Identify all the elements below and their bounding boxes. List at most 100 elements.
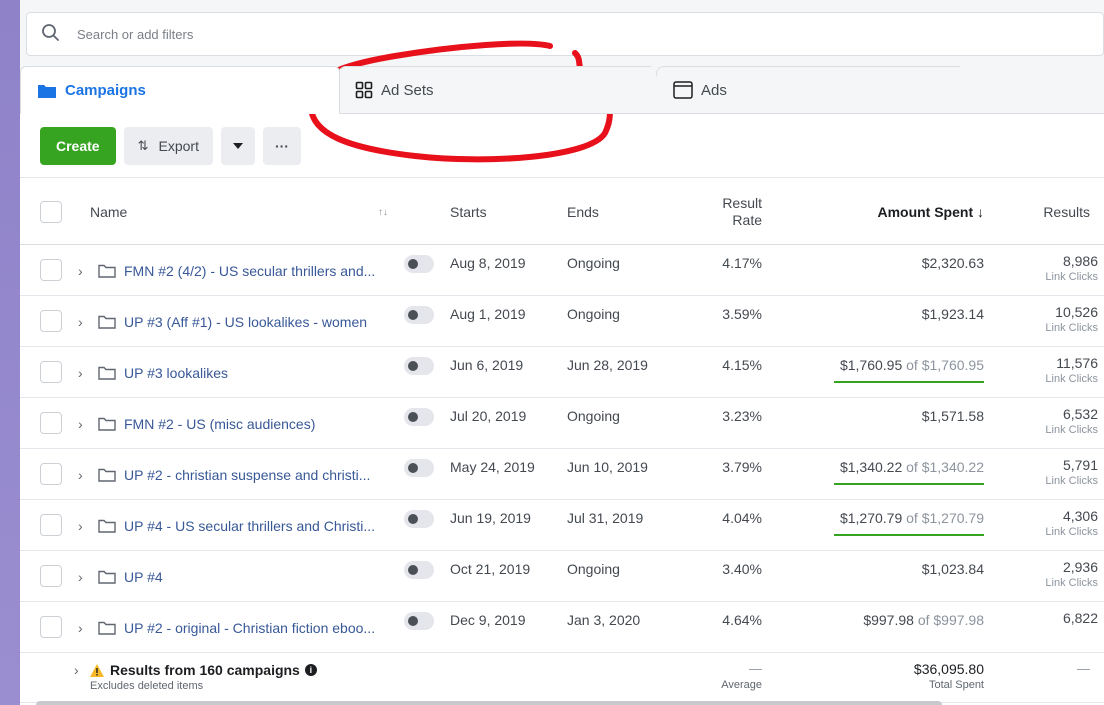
campaign-name[interactable]: UP #2 - original - Christian fiction ebo… (124, 620, 375, 636)
level-tabs: Campaigns Ad Sets Ads (20, 66, 1104, 114)
column-result-rate[interactable]: Result Rate (700, 178, 762, 246)
campaign-name[interactable]: UP #3 lookalikes (124, 365, 228, 381)
tab-ads-label: Ads (701, 81, 727, 99)
amount-spent-cell: $1,923.14 (764, 296, 984, 347)
info-icon[interactable]: i (304, 664, 317, 676)
row-checkbox[interactable] (40, 412, 62, 434)
chevron-right-icon[interactable]: › (78, 500, 83, 551)
campaign-name[interactable]: FMN #2 (4/2) - US secular thrillers and.… (124, 263, 375, 279)
amount-spent-value: $1,571.58 (921, 408, 984, 424)
amount-spent-cell: $1,571.58 (764, 398, 984, 449)
summary-row: › Results from 160 campaigns i Excludes … (20, 653, 1104, 703)
sort-arrows-icon: ⇅ (137, 138, 149, 153)
starts-date: May 24, 2019 (450, 459, 535, 475)
tab-ads[interactable]: Ads (656, 66, 986, 114)
results-cell: 6,822 (1063, 610, 1098, 628)
amount-spent-cell: $1,760.95 of $1,760.95 (764, 347, 984, 398)
chevron-right-icon[interactable]: › (74, 662, 79, 678)
result-rate-line-1: Result (722, 195, 762, 211)
campaign-toggle[interactable] (404, 561, 434, 579)
table-row[interactable]: › UP #2 - christian suspense and christi… (20, 449, 1104, 500)
summary-title-text: Results from 160 campaigns (110, 662, 300, 678)
chevron-right-icon[interactable]: › (78, 245, 83, 296)
chevron-right-icon[interactable]: › (78, 449, 83, 500)
campaign-toggle[interactable] (404, 255, 434, 273)
column-amount-spent[interactable]: Amount Spent ↓ (877, 178, 984, 246)
folder-outline-icon (98, 245, 116, 296)
campaign-toggle[interactable] (404, 306, 434, 324)
campaign-toggle[interactable] (404, 357, 434, 375)
column-ends[interactable]: Ends (567, 178, 599, 246)
table-row[interactable]: › FMN #2 - US (misc audiences) Jul 20, 2… (20, 398, 1104, 449)
campaign-name[interactable]: UP #3 (Aff #1) - US lookalikes - women (124, 314, 367, 330)
create-button[interactable]: Create (40, 127, 116, 165)
chevron-right-icon[interactable]: › (78, 398, 83, 449)
amount-spent-cell: $1,023.84 (764, 551, 984, 602)
results-label: Link Clicks (1045, 322, 1098, 334)
table-row[interactable]: › UP #2 - original - Christian fiction e… (20, 602, 1104, 653)
table-row[interactable]: › FMN #2 (4/2) - US secular thrillers an… (20, 245, 1104, 296)
export-dropdown-button[interactable] (220, 127, 255, 165)
sort-icon[interactable]: ↑↓ (378, 178, 388, 246)
amount-spent-budget: of $997.98 (913, 612, 984, 628)
export-label: Export (158, 138, 199, 154)
tab-ad-sets[interactable]: Ad Sets (338, 66, 678, 114)
table-row[interactable]: › UP #4 Oct 21, 2019 Ongoing 3.40% $1,02… (20, 551, 1104, 602)
row-checkbox[interactable] (40, 361, 62, 383)
campaign-name[interactable]: FMN #2 - US (misc audiences) (124, 416, 315, 432)
column-name[interactable]: Name (90, 178, 127, 246)
horizontal-scrollbar[interactable] (36, 701, 942, 705)
folder-outline-icon (98, 602, 116, 653)
tab-campaigns[interactable]: Campaigns (20, 66, 340, 114)
amount-spent-value: $1,270.79 (839, 510, 903, 526)
select-all-checkbox[interactable] (40, 201, 62, 223)
campaign-toggle[interactable] (404, 612, 434, 630)
folder-icon (37, 83, 57, 99)
campaign-name-link[interactable]: UP #2 - christian suspense and christi..… (124, 449, 388, 500)
search-placeholder: Search or add filters (77, 27, 194, 42)
window-icon (673, 81, 693, 99)
column-results[interactable]: Results (1043, 178, 1090, 246)
more-options-button[interactable]: ··· (262, 127, 301, 165)
search-input[interactable]: Search or add filters (26, 12, 1104, 56)
campaign-name-link[interactable]: UP #4 - US secular thrillers and Christi… (124, 500, 388, 551)
campaign-toggle[interactable] (404, 510, 434, 528)
campaign-name[interactable]: UP #4 - US secular thrillers and Christi… (124, 518, 375, 534)
campaign-name-link[interactable]: FMN #2 - US (misc audiences) (124, 398, 388, 449)
table-row[interactable]: › UP #3 (Aff #1) - US lookalikes - women… (20, 296, 1104, 347)
amount-spent-value: $1,923.14 (921, 306, 984, 322)
row-checkbox[interactable] (40, 259, 62, 281)
campaign-name-link[interactable]: UP #3 (Aff #1) - US lookalikes - women (124, 296, 388, 347)
campaign-name-link[interactable]: UP #2 - original - Christian fiction ebo… (124, 602, 388, 653)
amount-spent: $1,340.22 of $1,340.22 (840, 459, 984, 475)
campaign-name-link[interactable]: FMN #2 (4/2) - US secular thrillers and.… (124, 245, 388, 296)
column-starts[interactable]: Starts (450, 178, 487, 246)
amount-spent: $2,320.63 (922, 255, 984, 271)
folder-outline-icon (98, 398, 116, 449)
amount-spent-budget: of $1,340.22 (902, 459, 984, 475)
result-rate-line-2: Rate (732, 212, 762, 228)
chevron-right-icon[interactable]: › (78, 296, 83, 347)
row-checkbox[interactable] (40, 514, 62, 536)
grid-icon (355, 81, 373, 99)
campaign-name-link[interactable]: UP #3 lookalikes (124, 347, 388, 398)
row-checkbox[interactable] (40, 310, 62, 332)
export-button[interactable]: ⇅ Export (123, 127, 213, 165)
chevron-right-icon[interactable]: › (78, 602, 83, 653)
chevron-right-icon[interactable]: › (78, 551, 83, 602)
amount-spent-value: $1,340.22 (839, 459, 903, 475)
result-rate: 4.17% (722, 255, 762, 271)
campaign-name[interactable]: UP #2 - christian suspense and christi..… (124, 467, 370, 483)
amount-spent: $1,571.58 (922, 408, 984, 424)
campaign-toggle[interactable] (404, 408, 434, 426)
campaign-name-link[interactable]: UP #4 (124, 551, 388, 602)
chevron-right-icon[interactable]: › (78, 347, 83, 398)
table-row[interactable]: › UP #3 lookalikes Jun 6, 2019 Jun 28, 2… (20, 347, 1104, 398)
row-checkbox[interactable] (40, 463, 62, 485)
amount-spent-value: $1,760.95 (839, 357, 903, 373)
row-checkbox[interactable] (40, 565, 62, 587)
table-row[interactable]: › UP #4 - US secular thrillers and Chris… (20, 500, 1104, 551)
row-checkbox[interactable] (40, 616, 62, 638)
campaign-name[interactable]: UP #4 (124, 569, 163, 585)
campaign-toggle[interactable] (404, 459, 434, 477)
